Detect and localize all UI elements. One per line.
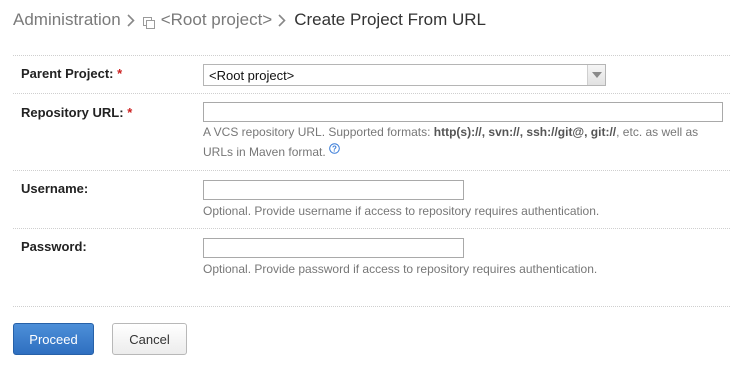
project-icon bbox=[142, 15, 156, 29]
svg-text:?: ? bbox=[332, 144, 337, 153]
format-ssh: , ssh://git@ bbox=[519, 125, 585, 139]
parent-project-label: Parent Project: * bbox=[21, 66, 123, 81]
username-note: Optional. Provide username if access to … bbox=[203, 204, 600, 218]
divider bbox=[13, 306, 730, 307]
repository-url-row: Repository URL: * A VCS repository URL. … bbox=[13, 94, 730, 170]
parent-project-selected-value: <Root project> bbox=[209, 68, 295, 83]
proceed-button[interactable]: Proceed bbox=[13, 323, 94, 355]
repository-url-input[interactable] bbox=[203, 102, 723, 122]
repository-url-note: A VCS repository URL. Supported formats:… bbox=[203, 122, 698, 162]
password-input[interactable] bbox=[203, 238, 464, 258]
required-mark: * bbox=[127, 105, 133, 120]
page-title: Create Project From URL bbox=[294, 10, 487, 29]
username-input[interactable] bbox=[203, 180, 464, 200]
repository-url-note-line2: URLs in Maven format. ? bbox=[203, 142, 698, 162]
password-row: Password: Optional. Provide password if … bbox=[13, 229, 730, 306]
parent-project-select[interactable]: <Root project> bbox=[203, 64, 606, 86]
cancel-button[interactable]: Cancel bbox=[112, 323, 187, 355]
format-http: http(s):// bbox=[433, 125, 482, 139]
breadcrumb: Administration <Root project> Create Pro… bbox=[13, 8, 486, 32]
username-row: Username: Optional. Provide username if … bbox=[13, 171, 730, 228]
create-project-form: Parent Project: * <Root project> Reposit… bbox=[13, 55, 730, 307]
repository-url-note-line1: A VCS repository URL. Supported formats:… bbox=[203, 125, 699, 139]
username-label: Username: bbox=[21, 181, 89, 196]
password-note: Optional. Provide password if access to … bbox=[203, 262, 598, 276]
format-git: , git:// bbox=[584, 125, 617, 139]
chevron-right-icon bbox=[272, 11, 294, 29]
repository-url-label: Repository URL: * bbox=[21, 105, 133, 120]
password-label: Password: bbox=[21, 239, 87, 254]
chevron-right-icon bbox=[121, 11, 143, 29]
chevron-down-icon[interactable] bbox=[587, 65, 605, 85]
format-svn: , svn:// bbox=[481, 125, 520, 139]
breadcrumb-administration-link[interactable]: Administration bbox=[13, 10, 121, 30]
parent-project-row: Parent Project: * <Root project> bbox=[13, 56, 730, 93]
help-icon[interactable]: ? bbox=[328, 140, 340, 154]
breadcrumb-root-project-link[interactable]: <Root project> bbox=[161, 10, 273, 30]
required-mark: * bbox=[117, 66, 123, 81]
